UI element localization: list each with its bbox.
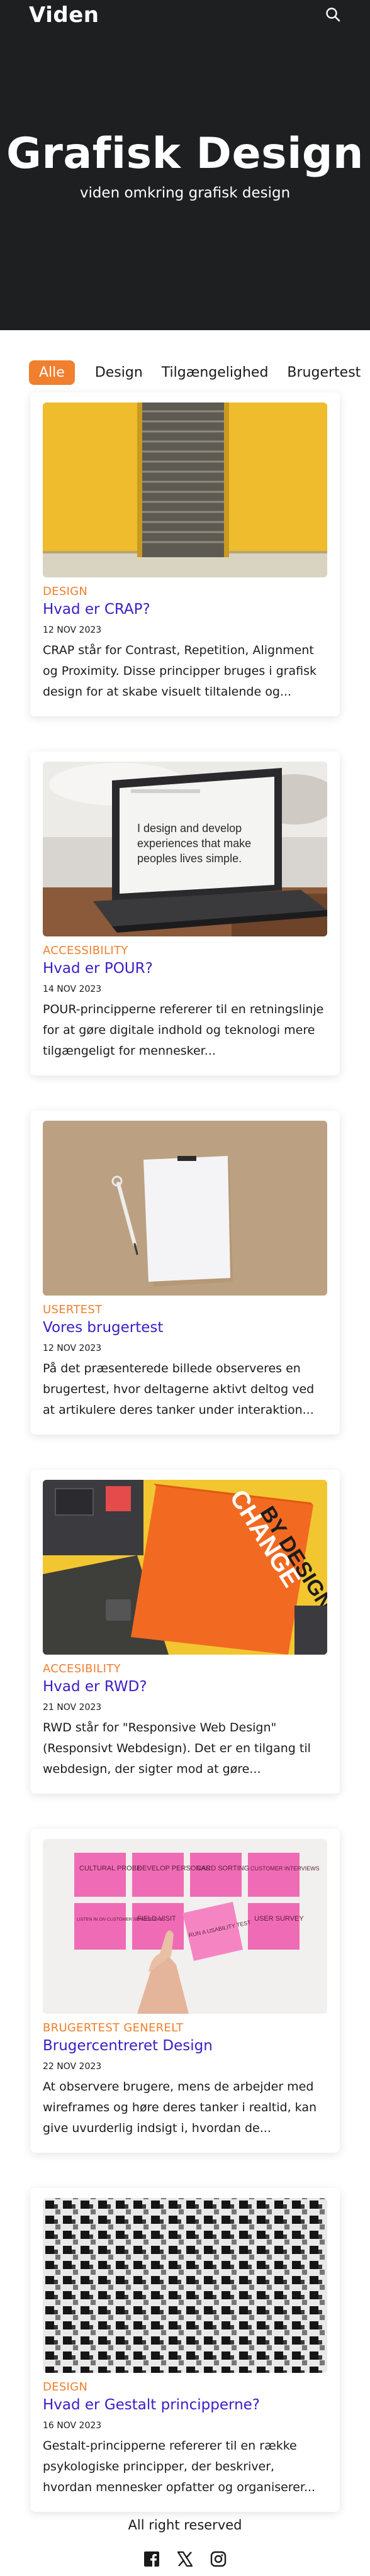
post-card[interactable]: Usertest Vores brugertest 12 NOV 2023 På… (30, 1111, 340, 1435)
post-excerpt: Gestalt-principperne refererer til en ræ… (43, 2439, 316, 2494)
post-excerpt: På det præsenterede billede observeres e… (43, 1362, 315, 1417)
sticky-note-3: CARD SORTING (196, 1865, 249, 1872)
post-excerpt: At observere brugere, mens de arbejder m… (43, 2080, 317, 2135)
instagram-icon[interactable] (210, 2551, 227, 2567)
page-subtitle: viden omkring grafisk design (79, 185, 291, 201)
sticky-note-8: USER SURVEY (254, 1915, 304, 1923)
post-excerpt: RWD står for "Responsive Web Design" (Re… (43, 1721, 311, 1776)
post-category[interactable]: Design (43, 585, 87, 598)
post-card[interactable]: Design Hvad er CRAP? 12 NOV 2023 CRAP st… (30, 392, 340, 716)
post-excerpt: CRAP står for Contrast, Repetition, Alig… (43, 643, 317, 699)
hero-section: Viden Grafisk Design viden omkring grafi… (0, 0, 370, 330)
post-category[interactable]: Usertest (43, 1303, 102, 1316)
facebook-icon[interactable] (143, 2551, 160, 2567)
site-logo[interactable]: Viden (29, 3, 99, 28)
post-category[interactable]: Design (43, 2380, 87, 2394)
search-icon[interactable] (325, 6, 341, 23)
laptop-screen-line-2: experiences that make (137, 837, 251, 850)
post-title[interactable]: Hvad er CRAP? (43, 601, 150, 618)
post-card[interactable]: CULTURAL PROBE DEVELOP PERSONAS CARD SOR… (30, 1829, 340, 2153)
filter-usertest[interactable]: Brugertest (287, 361, 361, 384)
post-category[interactable]: Brugertest Generelt (43, 2021, 183, 2035)
category-filter-bar: Alle Design Tilgængelighed Brugertest (29, 359, 361, 386)
post-date: 12 NOV 2023 (43, 1343, 102, 1353)
post-title[interactable]: Hvad er Gestalt principperne? (43, 2397, 260, 2413)
post-category[interactable]: Accessibility (43, 944, 128, 957)
filter-accessibility[interactable]: Tilgængelighed (162, 361, 269, 384)
post-image-laptop: I design and develop experiences that ma… (43, 762, 327, 936)
sticky-note-4: CUSTOMER INTERVIEWS (250, 1865, 320, 1872)
laptop-screen-line-1: I design and develop (137, 822, 242, 835)
post-image-paper-pen (43, 1121, 327, 1296)
sticky-note-6: FIELD VISIT (137, 1915, 176, 1923)
post-image-sticky-notes: CULTURAL PROBE DEVELOP PERSONAS CARD SOR… (43, 1839, 327, 2014)
post-card[interactable]: CHANGE BY DESIGN Accesibility Hvad er RW… (30, 1470, 340, 1794)
post-card[interactable]: Design Hvad er Gestalt principperne? 16 … (30, 2188, 340, 2512)
post-date: 16 NOV 2023 (43, 2421, 102, 2431)
laptop-screen-line-3: peoples lives simple. (137, 852, 242, 865)
x-icon[interactable] (177, 2551, 193, 2567)
post-category[interactable]: Accesibility (43, 1662, 121, 1675)
post-excerpt: POUR-principperne refererer til en retni… (43, 1002, 324, 1058)
post-title[interactable]: Hvad er RWD? (43, 1679, 147, 1695)
post-date: 22 NOV 2023 (43, 2062, 102, 2072)
filter-design[interactable]: Design (95, 361, 143, 384)
filter-all[interactable]: Alle (29, 360, 75, 385)
post-date: 21 NOV 2023 (43, 1702, 102, 1713)
post-title[interactable]: Vores brugertest (43, 1319, 163, 1336)
post-title[interactable]: Hvad er POUR? (43, 960, 153, 977)
post-image-change-by-design: CHANGE BY DESIGN (43, 1480, 327, 1655)
post-image-yellow-wall (43, 402, 327, 577)
post-title[interactable]: Brugercentreret Design (43, 2038, 213, 2054)
sticky-note-1: CULTURAL PROBE (79, 1865, 141, 1872)
post-date: 14 NOV 2023 (43, 984, 102, 994)
post-image-building-windows (43, 2198, 327, 2373)
post-card[interactable]: I design and develop experiences that ma… (30, 752, 340, 1075)
footer-copyright: All right reserved (128, 2518, 242, 2533)
post-date: 12 NOV 2023 (43, 625, 102, 635)
page-title: Grafisk Design (6, 129, 364, 179)
